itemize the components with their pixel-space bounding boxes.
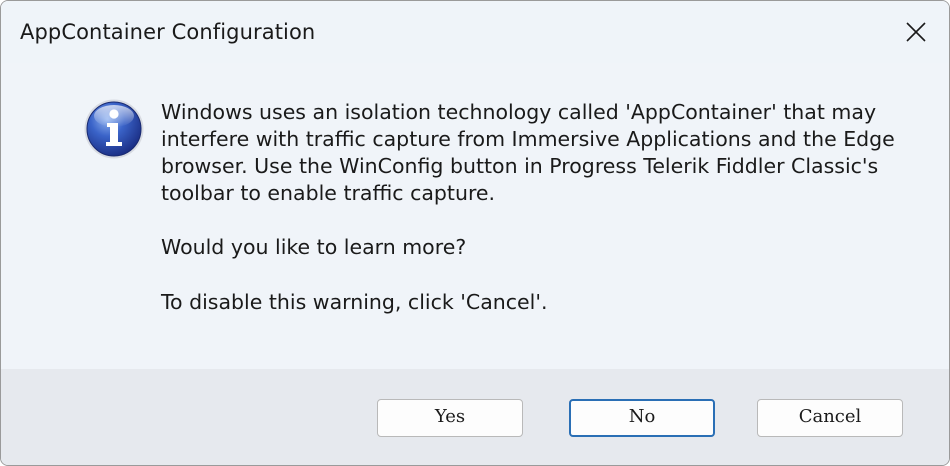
window-title: AppContainer Configuration bbox=[20, 20, 316, 44]
info-icon bbox=[84, 99, 144, 159]
close-button[interactable] bbox=[883, 1, 949, 63]
title-bar[interactable]: AppContainer Configuration bbox=[1, 1, 949, 63]
dialog-window: AppContainer Configuration Windows uses … bbox=[0, 0, 950, 466]
message-paragraph-2: Would you like to learn more? bbox=[161, 235, 467, 259]
dialog-body: Windows uses an isolation technology cal… bbox=[1, 63, 949, 369]
yes-button[interactable]: Yes bbox=[377, 399, 523, 437]
button-bar: Yes No Cancel bbox=[1, 369, 949, 465]
cancel-button[interactable]: Cancel bbox=[757, 399, 903, 437]
no-button[interactable]: No bbox=[569, 399, 715, 437]
close-icon bbox=[906, 22, 926, 42]
message-text: Windows uses an isolation technology cal… bbox=[161, 99, 941, 316]
message-paragraph-3: To disable this warning, click 'Cancel'. bbox=[161, 290, 548, 314]
message-paragraph-1: Windows uses an isolation technology cal… bbox=[161, 100, 895, 205]
